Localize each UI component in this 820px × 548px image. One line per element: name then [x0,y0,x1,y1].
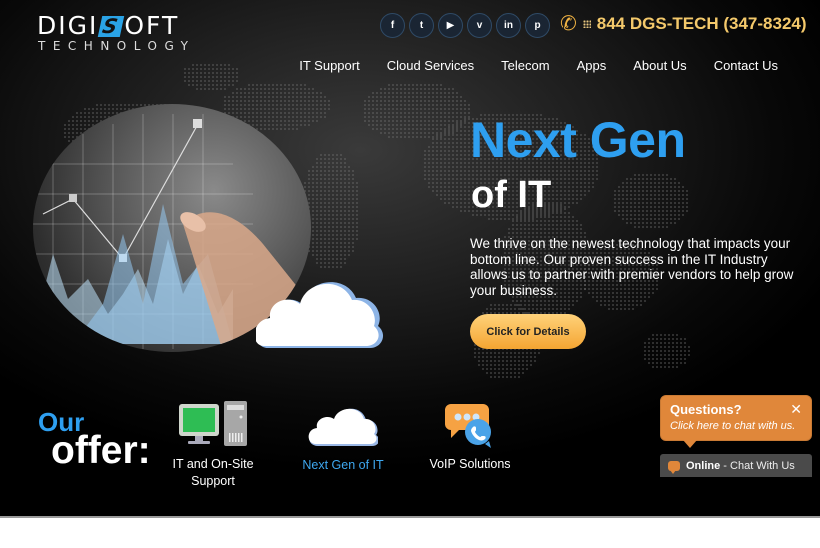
facebook-icon[interactable]: f [380,13,405,38]
linkedin-icon[interactable]: in [496,13,521,38]
service-it-support[interactable]: IT and On-Site Support [165,400,261,490]
hero-section: DIGI S OFT TECHNOLOGY f t ▶ v in p ✆ 844 D… [0,0,820,517]
keypad-icon [582,20,591,28]
computer-icon [179,401,247,446]
hero-description: We thrive on the newest technology that … [470,236,794,298]
nav-telecom[interactable]: Telecom [501,58,549,73]
service-label: IT and On-Site Support [172,457,254,488]
logo-text-right: OFT [124,11,180,40]
hero-subtitle: of IT [471,174,552,216]
offer-heading-big: offer: [51,429,151,472]
chat-question: Questions? [670,402,742,417]
chat-bar-text: - Chat With Us [720,459,795,472]
nav-apps[interactable]: Apps [577,58,607,73]
chat-prompt-bubble[interactable]: Questions? ✕ Click here to chat with us. [660,395,812,448]
close-icon[interactable]: ✕ [790,401,802,418]
phone-icon: ✆ [560,13,577,35]
nav-cloud-services[interactable]: Cloud Services [387,58,474,73]
social-links: f t ▶ v in p [380,13,550,38]
vimeo-icon[interactable]: v [467,13,492,38]
phone-number[interactable]: 844 DGS-TECH (347-8324) [597,14,807,34]
youtube-icon[interactable]: ▶ [438,13,463,38]
voip-chat-icon [445,404,491,448]
chat-bar-label: Online - Chat With Us [686,460,795,472]
chat-status: Online [686,459,721,472]
service-label: VoIP Solutions [429,457,511,471]
service-voip[interactable]: VoIP Solutions [420,400,520,473]
hero-title: Next Gen [470,112,686,168]
logo-subtitle: TECHNOLOGY [38,39,196,53]
chat-subtitle: Click here to chat with us. [670,420,796,432]
chat-bubble-icon [668,460,680,474]
logo[interactable]: DIGI S OFT TECHNOLOGY [37,11,196,53]
pinterest-icon[interactable]: p [525,13,550,38]
nav-it-support[interactable]: IT Support [299,58,359,73]
logo-s-mark: S [98,14,125,38]
logo-text-left: DIGI [37,11,99,40]
cloud-service-icon [308,408,378,446]
service-next-gen[interactable]: Next Gen of IT [288,402,398,474]
click-for-details-button[interactable]: Click for Details [470,314,586,349]
twitter-icon[interactable]: t [409,13,434,38]
cloud-icon [256,282,384,348]
nav-about-us[interactable]: About Us [633,58,686,73]
phone-contact[interactable]: ✆ 844 DGS-TECH (347-8324) [560,14,807,34]
section-divider [0,516,820,518]
service-label: Next Gen of IT [302,458,384,472]
nav-contact-us[interactable]: Contact Us [714,58,778,73]
main-nav: IT Support Cloud Services Telecom Apps A… [299,58,778,73]
chat-status-bar[interactable]: Online - Chat With Us [660,454,812,477]
